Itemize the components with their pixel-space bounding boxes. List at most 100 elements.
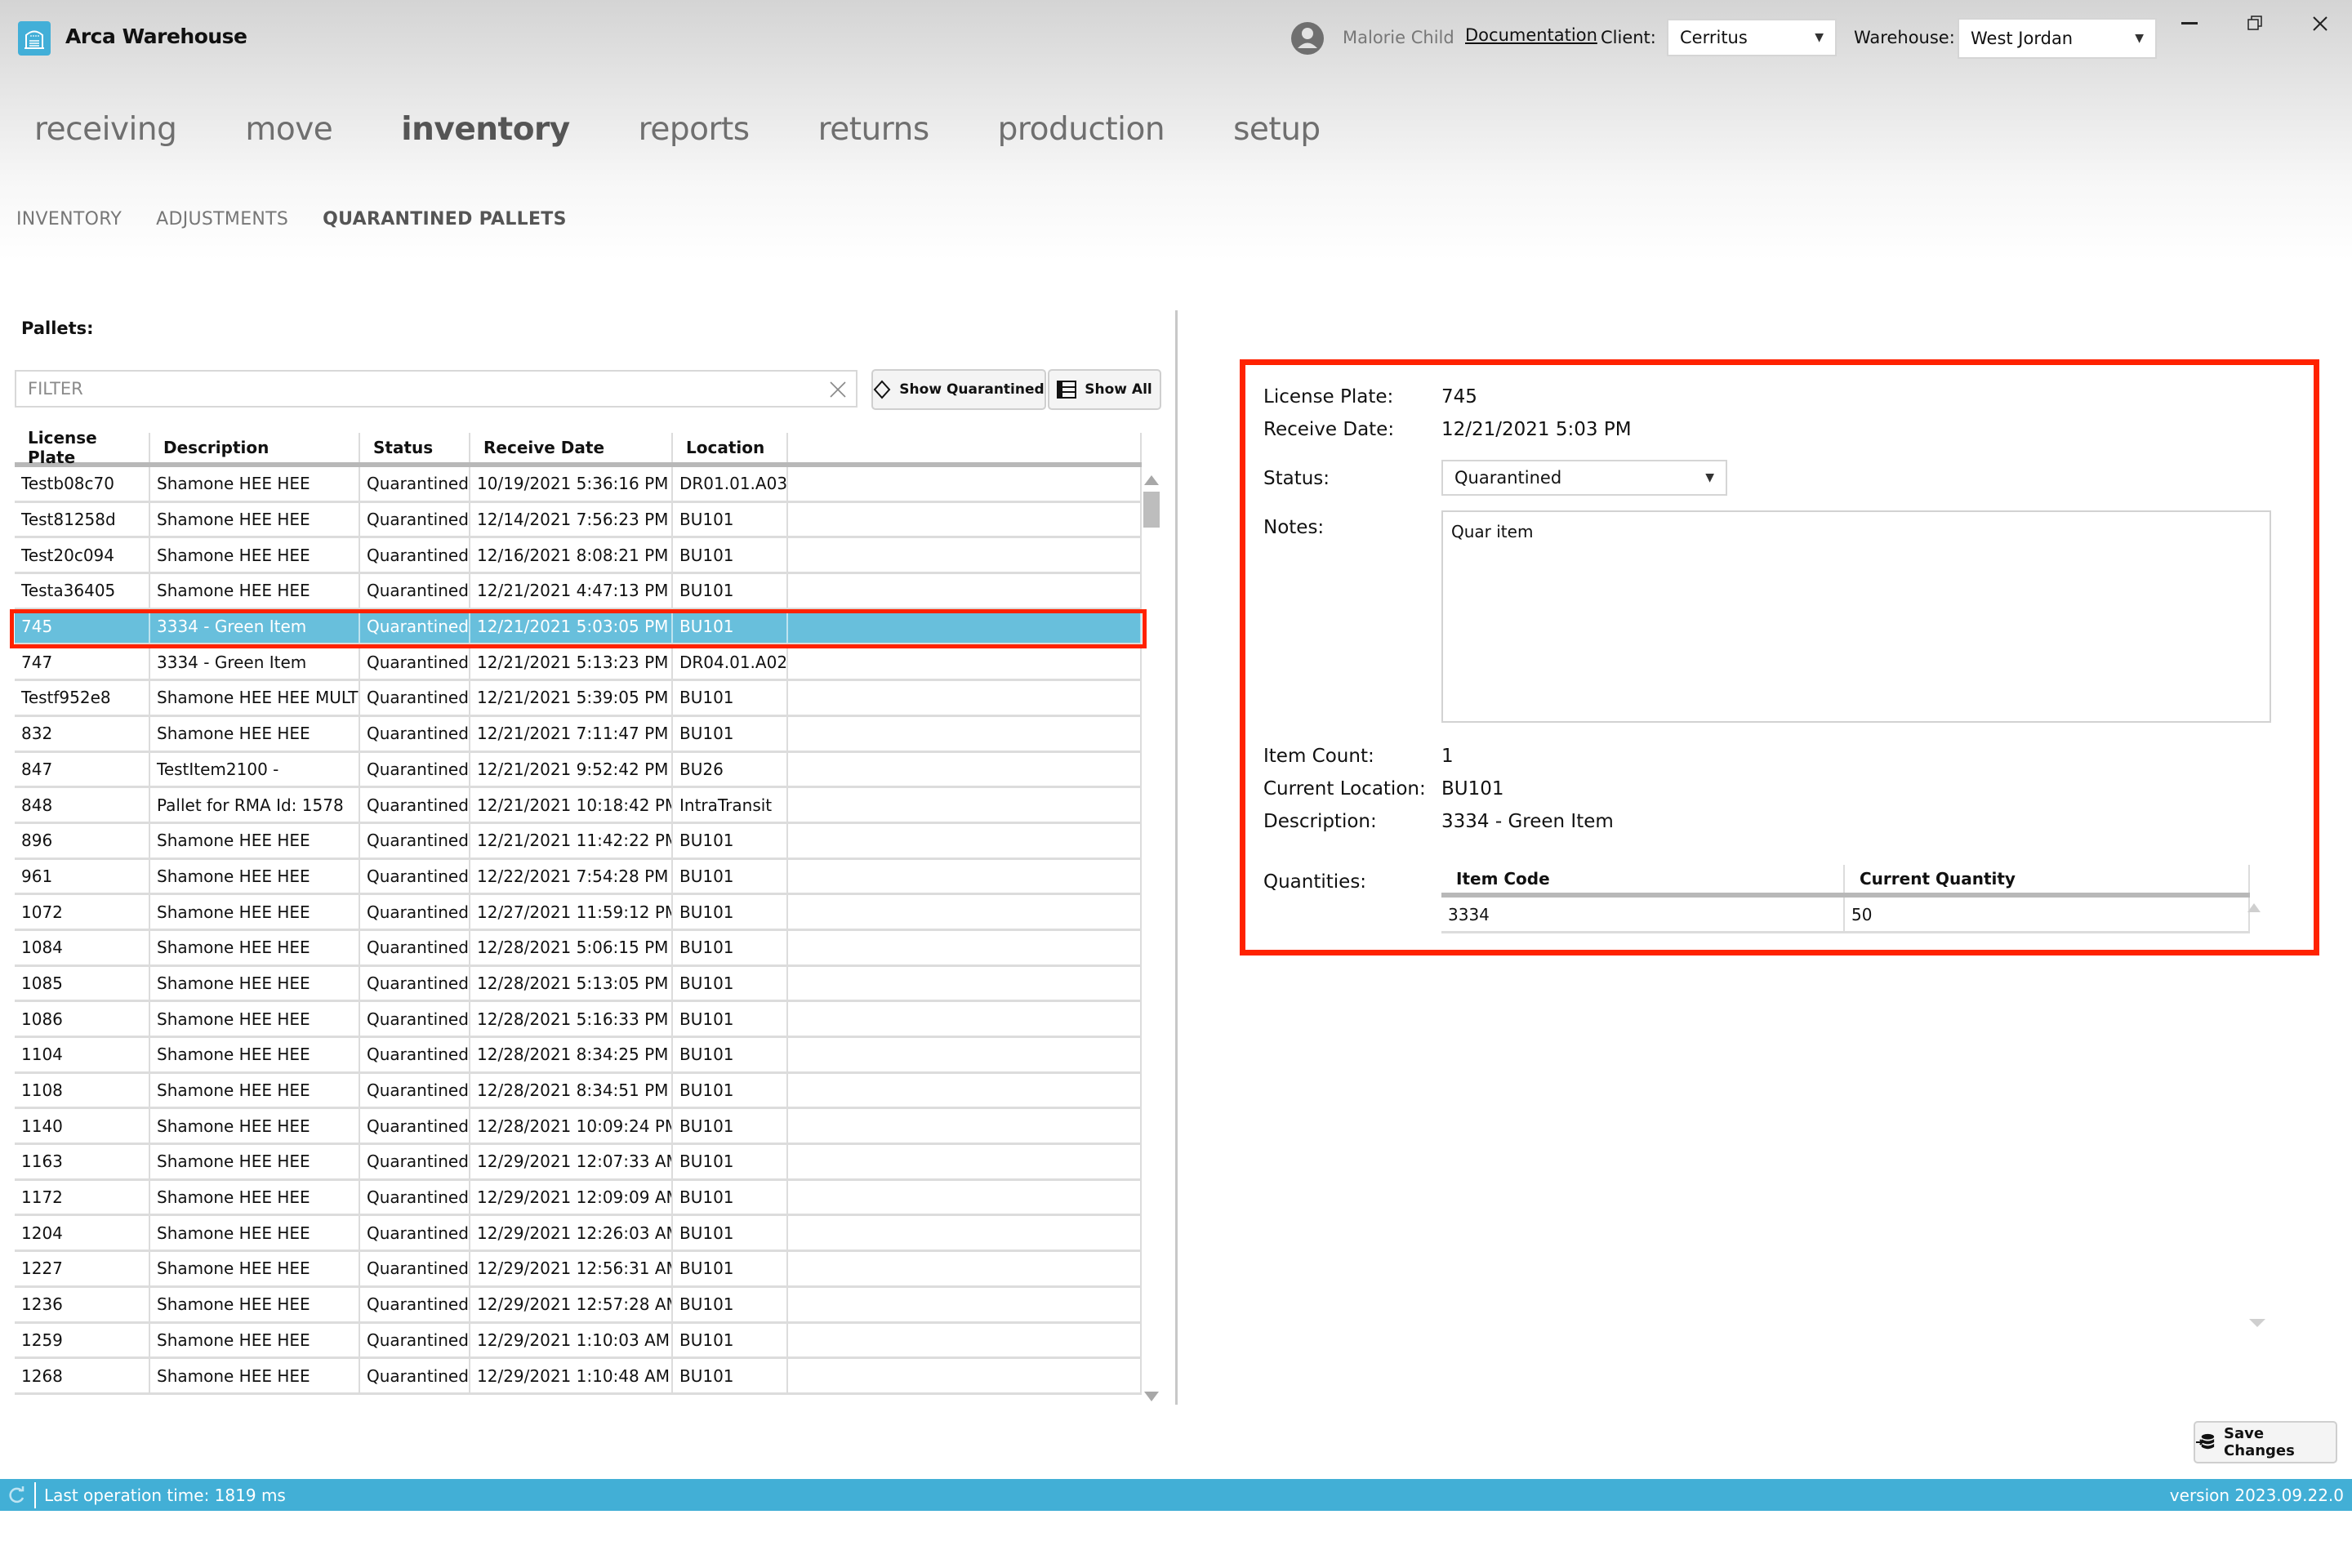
table-row[interactable]: 961 Shamone HEE HEE Quarantined 12/22/2021 … [15, 859, 1142, 896]
location-cell: BU101 [673, 1145, 788, 1178]
column-header-status[interactable]: Status [360, 433, 470, 462]
table-row[interactable]: Testf952e8 Shamone HEE HEE MULTI Quarantin… [15, 681, 1142, 717]
save-changes-label: Save Changes [2224, 1425, 2295, 1459]
restore-button[interactable] [2236, 11, 2274, 36]
nav-move[interactable]: move [245, 111, 332, 148]
location-cell: BU101 [673, 502, 788, 537]
filler-cell [788, 502, 1142, 537]
column-header-location[interactable]: Location [673, 433, 788, 462]
filler-cell [788, 1252, 1142, 1285]
filler-cell [788, 752, 1142, 786]
user-avatar-icon[interactable] [1290, 21, 1325, 56]
show-all-button[interactable]: Show All [1048, 369, 1161, 410]
chevron-down-icon: ▼ [1815, 31, 1824, 44]
table-row[interactable]: 1163 Shamone HEE HEE Quarantined 12/29/2021… [15, 1145, 1142, 1181]
filler-cell [788, 1038, 1142, 1071]
nav-receiving[interactable]: receiving [34, 111, 177, 148]
table-row[interactable]: 1259 Shamone HEE HEE Quarantined 12/29/2021… [15, 1323, 1142, 1360]
table-row[interactable]: 1227 Shamone HEE HEE Quarantined 12/29/2021… [15, 1252, 1142, 1288]
table-row[interactable]: 1172 Shamone HEE HEE Quarantined 12/29/2021… [15, 1180, 1142, 1217]
scroll-up-arrow-icon[interactable] [1144, 475, 1159, 485]
panel-splitter[interactable] [1175, 310, 1178, 1405]
license-plate-cell: Test81258d [15, 502, 150, 537]
filler-cell [788, 788, 1142, 822]
table-row[interactable]: 1204 Shamone HEE HEE Quarantined 12/29/2021… [15, 1216, 1142, 1253]
nav-returns[interactable]: returns [818, 111, 930, 148]
refresh-icon[interactable] [5, 1483, 29, 1508]
license-plate-cell: 1086 [15, 1002, 150, 1036]
table-row[interactable]: Testb08c70 Shamone HEE HEE Quarantined 10/1… [15, 467, 1142, 503]
quantities-scroll-up-icon[interactable] [2247, 903, 2261, 912]
scroll-thumb[interactable] [1143, 492, 1160, 528]
license-plate-cell: 1268 [15, 1359, 150, 1392]
clear-filter-icon[interactable] [826, 378, 849, 401]
scroll-down-arrow-icon[interactable] [1144, 1392, 1159, 1401]
status-cell: Quarantined [360, 1109, 470, 1143]
column-header-current-quantity[interactable]: Current Quantity [1845, 865, 2250, 893]
status-cell: Quarantined [360, 895, 470, 929]
show-quarantined-button[interactable]: Show Quarantined [871, 369, 1046, 410]
license-plate-cell: 848 [15, 788, 150, 822]
pallets-grid: License Plate Description Status Receive… [15, 428, 1142, 1395]
filler-cell [788, 1002, 1142, 1036]
table-row[interactable]: 1084 Shamone HEE HEE Quarantined 12/28/2021… [15, 930, 1142, 967]
receive-date-cell: 12/28/2021 8:34:51 PM [470, 1073, 673, 1107]
location-cell: BU101 [673, 1109, 788, 1143]
license-plate-cell: Testa36405 [15, 574, 150, 608]
user-name: Malorie Child [1343, 28, 1454, 47]
table-row[interactable]: 847 TestItem2100 - Quarantined 12/21/2021 9… [15, 752, 1142, 789]
tab-inventory[interactable]: INVENTORY [16, 209, 122, 229]
column-header-description[interactable]: Description [150, 433, 360, 462]
close-button[interactable] [2301, 11, 2339, 36]
table-row[interactable]: 896 Shamone HEE HEE Quarantined 12/21/2021 … [15, 823, 1142, 860]
status-cell: Quarantined [360, 467, 470, 501]
app-window: Arca Warehouse Malorie Child Documentati… [0, 0, 2352, 1568]
table-row[interactable]: 747 3334 - Green Item Quarantined 12/21/202… [15, 645, 1142, 682]
nav-inventory[interactable]: inventory [401, 111, 570, 148]
save-changes-button[interactable]: Save Changes [2194, 1421, 2337, 1463]
table-row[interactable]: 1086 Shamone HEE HEE Quarantined 12/28/2021… [15, 1002, 1142, 1038]
notes-textarea[interactable]: Quar item [1441, 510, 2271, 723]
filler-cell [788, 1145, 1142, 1178]
table-row[interactable]: Test81258d Shamone HEE HEE Quarantined 12/1… [15, 502, 1142, 539]
client-select[interactable]: Cerritus ▼ [1667, 19, 1837, 56]
column-header-license-plate[interactable]: License Plate [15, 428, 150, 467]
table-row[interactable]: 848 Pallet for RMA Id: 1578 Quarantined 12/… [15, 788, 1142, 824]
nav-production[interactable]: production [998, 111, 1165, 148]
table-row[interactable]: 1072 Shamone HEE HEE Quarantined 12/27/2021… [15, 895, 1142, 931]
nav-setup[interactable]: setup [1233, 111, 1321, 148]
table-row[interactable]: 1236 Shamone HEE HEE Quarantined 12/29/2021… [15, 1287, 1142, 1324]
filler-cell [788, 823, 1142, 858]
quantities-scroll-down-icon[interactable] [2249, 1319, 2265, 1327]
table-row-selected[interactable]: 745 3334 - Green Item Quarantined 12/21/202… [15, 609, 1142, 646]
minimize-button[interactable] [2171, 11, 2208, 36]
table-row[interactable]: 1140 Shamone HEE HEE Quarantined 12/28/2021… [15, 1109, 1142, 1146]
description-cell: Shamone HEE HEE [150, 467, 360, 501]
license-plate-cell: 1236 [15, 1287, 150, 1321]
table-row[interactable]: 832 Shamone HEE HEE Quarantined 12/21/2021 … [15, 716, 1142, 753]
license-plate-cell: 847 [15, 752, 150, 786]
quantities-row[interactable]: 3334 50 [1441, 898, 2250, 933]
warehouse-logo-icon [18, 21, 51, 56]
documentation-link[interactable]: Documentation [1465, 25, 1597, 45]
filter-input[interactable] [28, 379, 812, 399]
tab-quarantined-pallets[interactable]: QUARANTINED PALLETS [323, 209, 567, 229]
nav-reports[interactable]: reports [639, 111, 750, 148]
status-select[interactable]: Quarantined ▼ [1441, 460, 1727, 496]
table-row[interactable]: 1085 Shamone HEE HEE Quarantined 12/28/2021… [15, 966, 1142, 1003]
warehouse-select[interactable]: West Jordan ▼ [1958, 18, 2157, 59]
table-row[interactable]: 1104 Shamone HEE HEE Quarantined 12/28/2021… [15, 1038, 1142, 1074]
table-row[interactable]: Test20c094 Shamone HEE HEE Quarantined 12/1… [15, 538, 1142, 575]
table-row[interactable]: Testa36405 Shamone HEE HEE Quarantined 12/2… [15, 574, 1142, 610]
description-cell: Shamone HEE HEE [150, 1109, 360, 1143]
tab-adjustments[interactable]: ADJUSTMENTS [156, 209, 288, 229]
location-cell: BU101 [673, 716, 788, 751]
filler-cell [788, 966, 1142, 1000]
column-header-item-code[interactable]: Item Code [1441, 865, 1845, 893]
pallets-scrollbar[interactable] [1140, 474, 1163, 1405]
description-cell: Shamone HEE HEE [150, 859, 360, 893]
status-cell: Quarantined [360, 1287, 470, 1321]
column-header-receive-date[interactable]: Receive Date [470, 433, 673, 462]
table-row[interactable]: 1268 Shamone HEE HEE Quarantined 12/29/2021… [15, 1359, 1142, 1395]
table-row[interactable]: 1108 Shamone HEE HEE Quarantined 12/28/2021… [15, 1073, 1142, 1110]
